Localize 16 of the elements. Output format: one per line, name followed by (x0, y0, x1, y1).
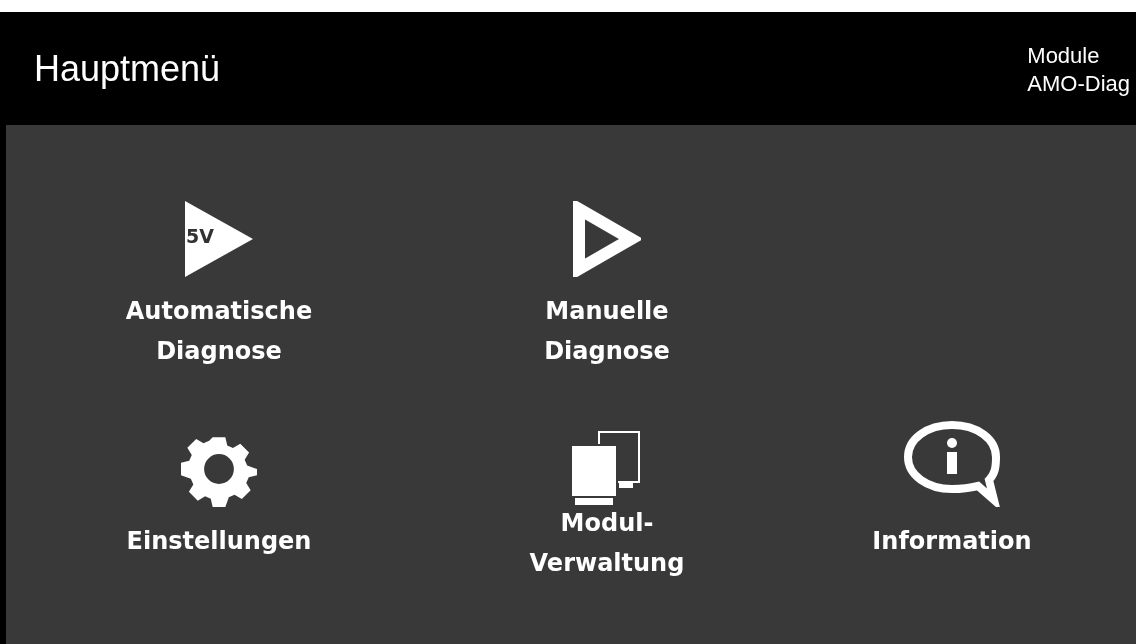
tile-label: Manuelle Diagnose (544, 296, 670, 367)
tile-label: Modul- Verwaltung (529, 508, 685, 579)
screen-title: Hauptmenü (34, 46, 221, 91)
info-icon (902, 419, 1002, 507)
menu-tile[interactable]: Information (782, 423, 1122, 561)
module-label: Module (1027, 42, 1101, 70)
tile-label: Automatische Diagnose (125, 296, 313, 367)
menu-tile[interactable]: Einstellungen (6, 423, 432, 561)
tile-label: Einstellungen (126, 526, 312, 557)
menu-tile[interactable]: 5V Automatische Diagnose (6, 193, 432, 371)
menu-tile[interactable]: Manuelle Diagnose (432, 193, 782, 371)
voltage-label: 5V (186, 227, 214, 246)
menu-tile[interactable]: Modul- Verwaltung (432, 423, 782, 583)
play-icon (573, 201, 641, 277)
module-name: AMO-Diag (1027, 70, 1130, 98)
tile-label: Information (872, 526, 1032, 557)
